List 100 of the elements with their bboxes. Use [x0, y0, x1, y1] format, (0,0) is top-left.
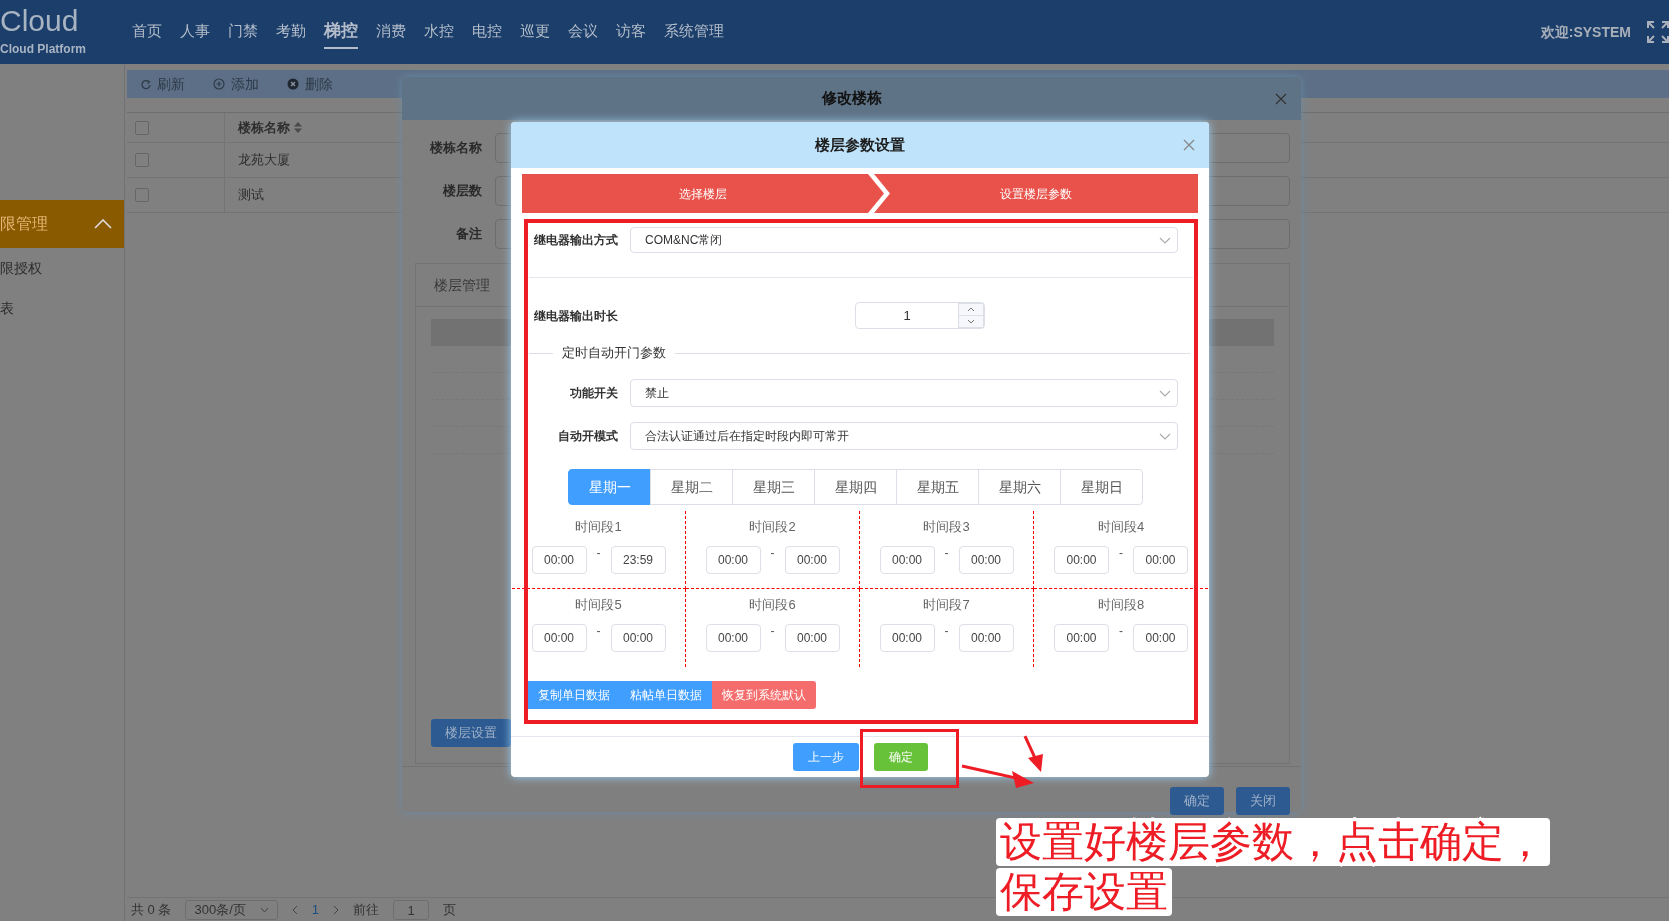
plus-circle-icon	[213, 78, 225, 90]
time-field[interactable]: 00:00	[958, 623, 1014, 652]
total-count: 共 0 条	[131, 900, 172, 919]
field-label: 楼层数	[441, 182, 482, 201]
range-separator: -	[770, 623, 775, 638]
number-field[interactable]: 1	[855, 302, 985, 329]
nav-item[interactable]: 巡更	[520, 16, 550, 48]
table-cell-text: 龙苑大厦	[237, 151, 290, 170]
time-field[interactable]: 00:00	[958, 545, 1014, 574]
nav-item[interactable]: 消费	[376, 16, 406, 48]
time-field[interactable]: 00:00	[1133, 545, 1188, 574]
field-label: 备注	[455, 225, 482, 244]
checkbox[interactable]	[135, 188, 149, 202]
nav-item[interactable]: 考勤	[276, 16, 306, 48]
range-separator: -	[596, 623, 601, 638]
floor-settings-button[interactable]: 楼层设置	[431, 719, 511, 747]
sidebar-item[interactable]: 表	[0, 288, 124, 328]
page-input[interactable]: 1	[393, 899, 429, 920]
sidebar-group[interactable]: 限管理	[0, 200, 124, 248]
field-label: 功能开关	[569, 385, 619, 402]
slot-label: 时间段6	[749, 596, 796, 614]
refresh-icon	[139, 78, 151, 90]
section-title: 定时自动开门参数	[562, 344, 666, 363]
select-field[interactable]: 禁止	[630, 379, 1178, 407]
nav-item[interactable]: 门禁	[228, 16, 258, 48]
chevron-down-icon	[259, 906, 269, 913]
slot-label: 时间段5	[575, 596, 622, 614]
fullscreen-icon[interactable]	[1647, 21, 1669, 43]
callout-text: 保存设置	[996, 868, 1172, 916]
slot-label: 时间段1	[575, 518, 622, 536]
time-field[interactable]: 00:00	[531, 623, 587, 652]
day-tab[interactable]: 星期四	[814, 469, 897, 505]
table-cell-text: 测试	[237, 186, 264, 205]
dialog-button[interactable]: 关闭	[1236, 787, 1290, 815]
time-field[interactable]: 00:00	[1054, 545, 1109, 574]
time-field[interactable]: 00:00	[705, 545, 761, 574]
page-size-select[interactable]: 300条/页	[185, 899, 278, 920]
range-separator: -	[944, 545, 949, 560]
select-field[interactable]: 合法认证通过后在指定时段内即可常开	[630, 422, 1178, 450]
nav-item[interactable]: 人事	[180, 16, 210, 48]
field-label: 自动开模式	[557, 428, 619, 445]
time-field[interactable]: 00:00	[531, 545, 587, 574]
remove-icon	[287, 78, 299, 90]
range-separator: -	[1119, 545, 1123, 560]
chevron-down-icon	[1159, 389, 1171, 397]
select-field[interactable]: COM&NC常闭	[630, 227, 1178, 253]
chevron-left-icon[interactable]	[291, 904, 298, 915]
logo-subtitle: Cloud Platform	[0, 41, 86, 58]
nav-item[interactable]: 首页	[132, 16, 162, 48]
sidebar-item[interactable]: 限授权	[0, 248, 124, 288]
slot-label: 时间段2	[749, 518, 796, 536]
field-label: 继电器输出方式	[533, 232, 619, 249]
range-separator: -	[944, 623, 949, 638]
time-field[interactable]: 00:00	[879, 623, 935, 652]
slot-label: 时间段3	[923, 518, 970, 536]
step-item: 设置楼层参数	[874, 174, 1198, 213]
welcome-text: 欢迎:SYSTEM	[1540, 22, 1631, 42]
time-field[interactable]: 00:00	[879, 545, 935, 574]
range-separator: -	[770, 545, 775, 560]
slot-label: 时间段7	[923, 596, 970, 614]
time-field[interactable]: 00:00	[1133, 623, 1188, 652]
chevron-down-icon	[1159, 432, 1171, 440]
time-field[interactable]: 00:00	[610, 623, 666, 652]
dialog-button[interactable]: 确定	[1170, 787, 1224, 815]
nav-item[interactable]: 电控	[472, 16, 502, 48]
checkbox[interactable]	[135, 153, 149, 167]
column-header[interactable]: 楼栋名称	[238, 117, 290, 138]
time-field[interactable]: 00:00	[705, 623, 761, 652]
day-tab[interactable]: 星期日	[1060, 469, 1143, 505]
time-field[interactable]: 00:00	[784, 545, 840, 574]
nav-item[interactable]: 梯控	[324, 15, 358, 49]
nav-item[interactable]: 系统管理	[664, 16, 724, 48]
nav-item[interactable]: 访客	[616, 16, 646, 48]
step-item: 选择楼层	[522, 174, 884, 213]
time-field[interactable]: 23:59	[610, 545, 666, 574]
field-label: 继电器输出时长	[533, 307, 619, 325]
close-button[interactable]	[1183, 139, 1195, 151]
day-tab[interactable]: 星期六	[978, 469, 1061, 505]
close-icon	[1183, 139, 1195, 151]
range-separator: -	[1119, 623, 1123, 638]
sidebar-group-label: 限管理	[0, 214, 48, 234]
field-label: 楼栋名称	[428, 139, 482, 158]
day-tab[interactable]: 星期二	[650, 469, 733, 505]
range-separator: -	[596, 545, 601, 560]
day-tab[interactable]: 星期三	[732, 469, 815, 505]
chevron-right-icon[interactable]	[333, 904, 339, 915]
nav-item[interactable]: 会议	[568, 16, 598, 48]
nav-item[interactable]: 水控	[424, 16, 454, 48]
slot-label: 时间段8	[1097, 596, 1145, 614]
slot-label: 时间段4	[1097, 518, 1145, 536]
chevron-down-icon	[1159, 236, 1171, 244]
dialog-title: 修改楼栋	[821, 88, 882, 109]
time-field[interactable]: 00:00	[1054, 623, 1109, 652]
time-field[interactable]: 00:00	[784, 623, 840, 652]
callout-text: 设置好楼层参数，点击确定，	[996, 818, 1550, 866]
day-tab[interactable]: 星期五	[896, 469, 979, 505]
sort-icon[interactable]	[294, 122, 302, 133]
checkbox[interactable]	[135, 120, 149, 135]
close-button[interactable]	[1275, 92, 1287, 105]
close-icon	[1275, 92, 1287, 105]
